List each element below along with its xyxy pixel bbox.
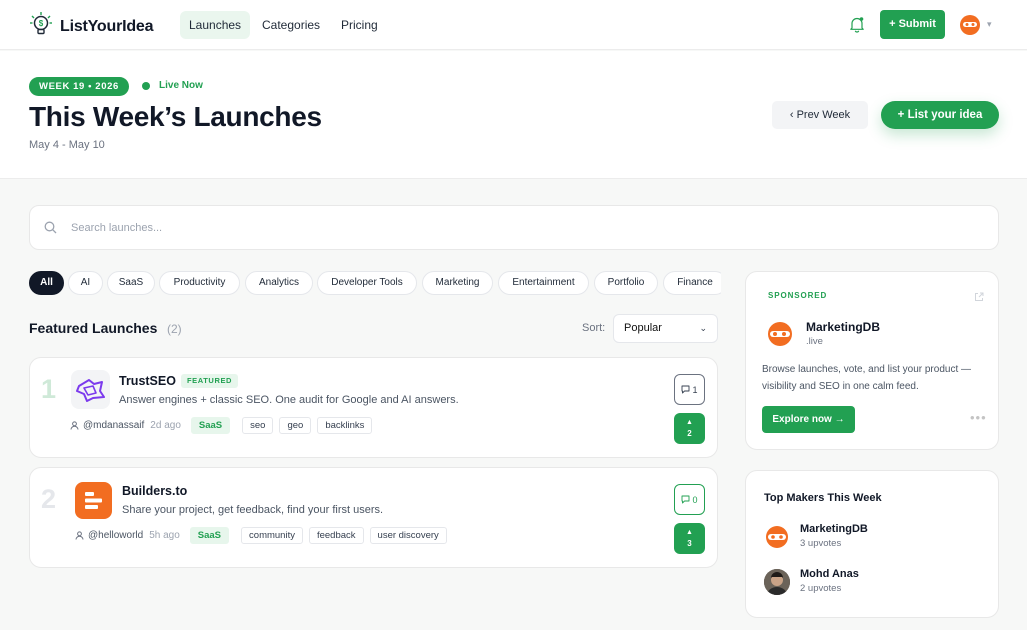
bell-icon[interactable] [849,16,865,38]
comment-button[interactable]: 0 [674,484,705,515]
featured-title: Featured Launches [29,320,158,336]
maker-handle[interactable]: @helloworld [88,530,143,541]
chevron-down-icon: ⌄ [699,323,707,333]
top-nav: $ ListYourIdea Launches Categories Prici… [0,0,1027,50]
vote-count: 2 [687,429,692,438]
top-makers-title: Top Makers This Week [764,492,882,504]
chip-all[interactable]: All [29,271,64,295]
maker-upvotes: 3 upvotes [800,538,842,549]
comment-icon [682,495,690,504]
launch-card[interactable]: 2 Builders.to Share your project, get fe… [29,467,718,568]
launch-rank: 1 [41,374,57,404]
explore-now-button[interactable]: Explore now → [762,406,855,433]
launch-rank: 2 [41,484,57,514]
top-makers-card: Top Makers This Week MarketingDB 3 upvot… [745,470,999,618]
brand-name: ListYourIdea [60,17,154,35]
category-tag[interactable]: SaaS [189,527,230,544]
sort-value: Popular [624,322,662,334]
chip-developer-tools[interactable]: Developer Tools [317,271,417,295]
tag[interactable]: geo [279,417,312,434]
comment-button[interactable]: 1 [674,374,705,405]
chip-entertainment[interactable]: Entertainment [498,271,589,295]
submit-button[interactable]: + Submit [880,10,945,39]
maker-name: MarketingDB [800,523,868,535]
chip-analytics[interactable]: Analytics [245,271,313,295]
comment-count: 1 [692,384,698,395]
maker-handle[interactable]: @mdanassaif [83,420,144,431]
tag[interactable]: community [241,527,303,544]
chip-portfolio[interactable]: Portfolio [594,271,658,295]
launch-description: Answer engines + classic SEO. One audit … [119,394,459,406]
category-filter: All AI SaaS Productivity Analytics Devel… [29,271,721,295]
search-icon [44,221,57,239]
launch-card[interactable]: 1 TrustSEO FEATURED Answer engines + cla… [29,357,718,458]
comment-icon [682,385,690,394]
sponsor-domain: .live [806,336,823,347]
avatar-robot-icon[interactable] [958,13,982,42]
tag[interactable]: feedback [308,527,364,544]
chip-productivity[interactable]: Productivity [159,271,240,295]
sponsored-label: SPONSORED [768,291,828,300]
sort-label: Sort: [582,322,606,334]
brand-logo[interactable]: $ ListYourIdea [30,12,154,41]
sponsored-card: SPONSORED MarketingDB .live Browse launc… [745,271,999,450]
lightbulb-dollar-icon: $ [30,12,52,41]
category-tag[interactable]: SaaS [190,417,231,434]
chip-marketing[interactable]: Marketing [422,271,493,295]
comment-count: 0 [692,494,698,505]
live-indicator-icon [142,82,150,90]
tag[interactable]: user discovery [369,527,447,544]
more-options-icon[interactable]: ••• [970,411,987,424]
nav-link-launches[interactable]: Launches [180,11,251,39]
chip-ai[interactable]: AI [68,271,103,295]
tag[interactable]: backlinks [317,417,373,434]
maker-name: Mohd Anas [800,568,859,580]
featured-badge: FEATURED [181,374,239,388]
chevron-down-icon[interactable]: ▾ [987,19,992,30]
chip-finance[interactable]: Finance [663,271,721,295]
external-link-icon[interactable] [974,289,984,307]
upvote-icon: ▲ [686,419,693,426]
hero-section: WEEK 19 • 2026 Live Now This Week’s Laun… [0,51,1027,179]
date-range: May 4 - May 10 [29,139,105,151]
live-status: Live Now [159,80,203,91]
marketingdb-logo-icon [764,318,796,355]
tag[interactable]: seo [242,417,274,434]
upvote-button[interactable]: ▲ 2 [674,413,705,444]
nav-link-pricing[interactable]: Pricing [332,11,387,39]
trustseo-logo-icon [71,370,110,409]
search-input[interactable] [71,206,971,249]
vote-count: 3 [687,539,692,548]
launch-description: Share your project, get feedback, find y… [122,504,384,516]
list-your-idea-button[interactable]: + List your idea [881,101,999,129]
upvote-button[interactable]: ▲ 3 [674,523,705,554]
sponsor-name[interactable]: MarketingDB [806,320,880,334]
launch-meta: @helloworld 5h ago SaaS community feedba… [75,527,453,544]
chip-saas[interactable]: SaaS [107,271,155,295]
sort-select[interactable]: Popular ⌄ [613,314,718,343]
avatar [764,524,790,550]
launch-name[interactable]: TrustSEO [119,374,176,388]
prev-week-button[interactable]: ‹ Prev Week [772,101,868,129]
search-bar [29,205,999,250]
week-badge: WEEK 19 • 2026 [29,77,129,96]
upvote-icon: ▲ [686,529,693,536]
svg-text:$: $ [39,19,44,28]
featured-count: (2) [167,322,182,336]
launch-time: 5h ago [149,530,180,541]
nav-link-categories[interactable]: Categories [253,11,329,39]
page-title: This Week’s Launches [29,101,322,132]
launch-name[interactable]: Builders.to [122,484,187,498]
user-icon [75,527,84,545]
sponsor-description: Browse launches, vote, and list your pro… [762,364,971,392]
user-icon [70,417,79,435]
launch-time: 2d ago [150,420,181,431]
launch-meta: @mdanassaif 2d ago SaaS seo geo backlink… [70,417,378,434]
avatar [764,569,790,595]
maker-upvotes: 2 upvotes [800,583,842,594]
builders-logo-icon [75,482,112,519]
